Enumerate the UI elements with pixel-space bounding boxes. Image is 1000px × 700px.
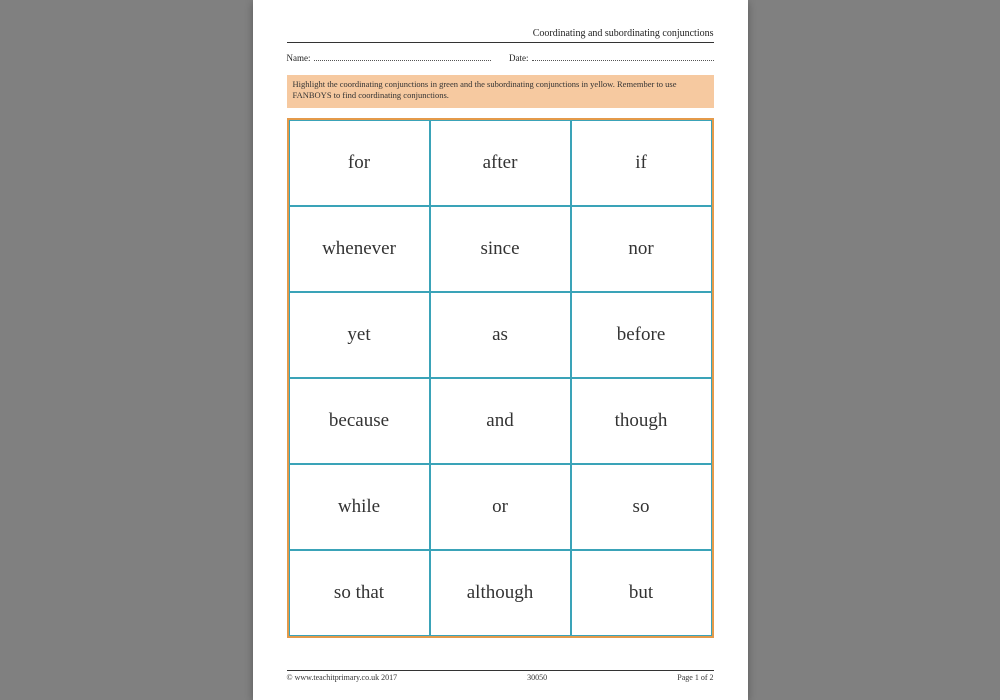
page-footer: © www.teachitprimary.co.uk 2017 30050 Pa… — [287, 670, 714, 682]
grid-cell[interactable]: although — [430, 550, 571, 636]
conjunction-grid-frame: for after if whenever since nor yet as b… — [287, 118, 714, 638]
grid-cell[interactable]: while — [289, 464, 430, 550]
date-blank[interactable] — [532, 53, 714, 61]
grid-cell[interactable]: and — [430, 378, 571, 464]
footer-copyright: © www.teachitprimary.co.uk 2017 — [287, 673, 398, 682]
instruction-box: Highlight the coordinating conjunctions … — [287, 75, 714, 108]
document-title: Coordinating and subordinating conjuncti… — [287, 28, 714, 41]
title-rule — [287, 42, 714, 43]
name-blank[interactable] — [314, 53, 492, 61]
date-label: Date: — [509, 53, 529, 63]
document-page: Coordinating and subordinating conjuncti… — [253, 0, 748, 700]
footer-page: Page 1 of 2 — [677, 673, 713, 682]
grid-cell[interactable]: as — [430, 292, 571, 378]
date-field: Date: — [509, 53, 714, 63]
grid-cell[interactable]: before — [571, 292, 712, 378]
conjunction-grid: for after if whenever since nor yet as b… — [289, 120, 712, 636]
grid-cell[interactable]: for — [289, 120, 430, 206]
grid-cell[interactable]: so — [571, 464, 712, 550]
name-label: Name: — [287, 53, 311, 63]
grid-cell[interactable]: since — [430, 206, 571, 292]
grid-cell[interactable]: whenever — [289, 206, 430, 292]
grid-cell[interactable]: nor — [571, 206, 712, 292]
grid-cell[interactable]: or — [430, 464, 571, 550]
grid-cell[interactable]: because — [289, 378, 430, 464]
name-field: Name: — [287, 53, 492, 63]
name-date-row: Name: Date: — [287, 53, 714, 63]
grid-cell[interactable]: so that — [289, 550, 430, 636]
grid-cell[interactable]: after — [430, 120, 571, 206]
grid-cell[interactable]: yet — [289, 292, 430, 378]
grid-cell[interactable]: but — [571, 550, 712, 636]
grid-cell[interactable]: if — [571, 120, 712, 206]
footer-docnum: 30050 — [527, 673, 547, 682]
grid-cell[interactable]: though — [571, 378, 712, 464]
